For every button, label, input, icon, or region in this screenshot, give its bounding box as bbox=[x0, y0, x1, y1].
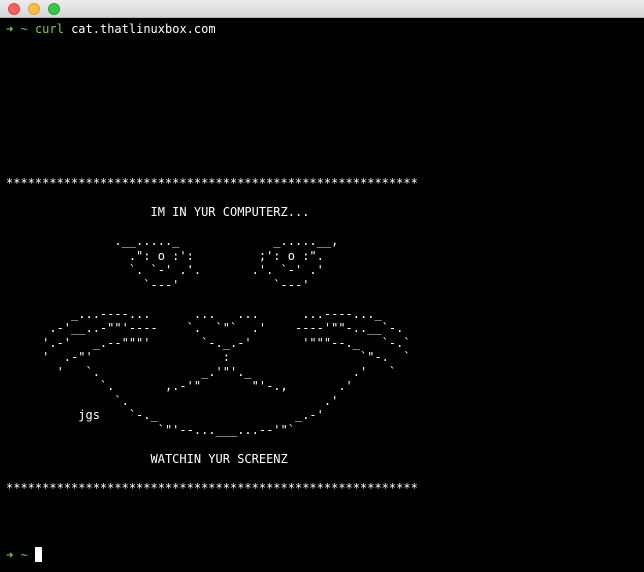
prompt-arrow-icon: ➜ bbox=[6, 22, 14, 36]
ascii-art-output: ****************************************… bbox=[6, 176, 418, 495]
prompt-directory: ~ bbox=[20, 22, 28, 36]
close-button[interactable] bbox=[8, 3, 20, 15]
text-cursor bbox=[34, 547, 42, 562]
minimize-button[interactable] bbox=[28, 3, 40, 15]
zoom-button[interactable] bbox=[48, 3, 60, 15]
terminal-window: ➜ ~ curl cat.thatlinuxbox.com **********… bbox=[0, 0, 644, 572]
prompt-directory: ~ bbox=[20, 548, 28, 562]
title-bar[interactable] bbox=[0, 0, 644, 18]
terminal-content[interactable]: ➜ ~ curl cat.thatlinuxbox.com **********… bbox=[0, 18, 644, 572]
command-name: curl bbox=[34, 22, 64, 36]
command-line: ➜ ~ curl cat.thatlinuxbox.com bbox=[6, 22, 216, 37]
current-prompt-line[interactable]: ➜ ~ bbox=[6, 547, 42, 563]
command-argument: cat.thatlinuxbox.com bbox=[71, 22, 216, 36]
prompt-arrow-icon: ➜ bbox=[6, 548, 14, 562]
